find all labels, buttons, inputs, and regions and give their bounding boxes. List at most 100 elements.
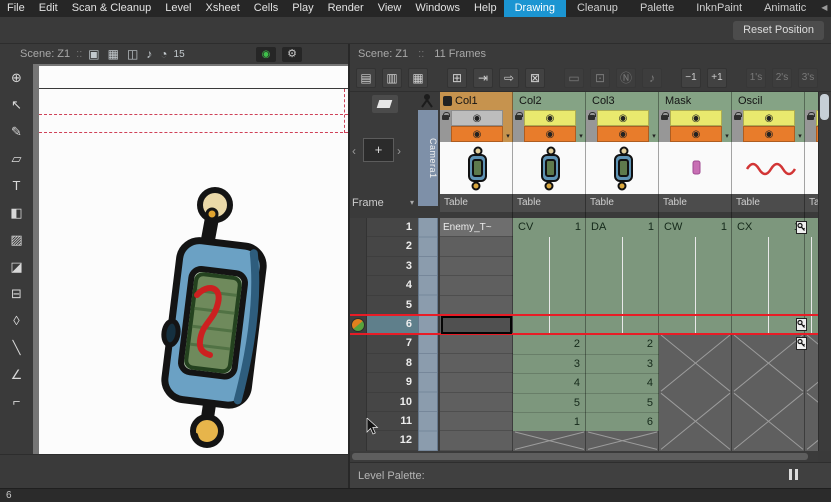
xsheet-cell[interactable] bbox=[440, 237, 513, 256]
column-thumbnail[interactable] bbox=[732, 142, 805, 194]
keyframe-icon[interactable] bbox=[796, 318, 807, 331]
xsheet-cell[interactable]: 2 bbox=[586, 334, 659, 353]
frame-number[interactable]: 1 bbox=[367, 218, 418, 237]
column-header-partial[interactable] bbox=[805, 92, 818, 110]
animate-tool[interactable]: ⊕ bbox=[0, 64, 33, 91]
camera-column-cells[interactable] bbox=[418, 218, 438, 451]
column-thumbnail[interactable] bbox=[805, 142, 818, 194]
note-next-arrow[interactable]: › bbox=[397, 144, 401, 158]
column-camstand-toggle[interactable]: ◉ bbox=[524, 126, 576, 142]
xsheet-cell[interactable]: 1 bbox=[513, 412, 586, 431]
export-level-icon[interactable]: ⇨ bbox=[499, 68, 519, 88]
xsheet-cell[interactable]: 5 bbox=[513, 393, 586, 412]
xsheet-cell[interactable] bbox=[440, 276, 513, 295]
hook-tool[interactable]: ⌐ bbox=[0, 388, 33, 415]
onion-skin-icon[interactable]: ◔ bbox=[160, 47, 167, 61]
column-eye-toggle[interactable]: ◉ bbox=[451, 110, 503, 126]
add-note-button[interactable]: + bbox=[363, 138, 394, 162]
sound-track-icon[interactable]: ♪ bbox=[642, 68, 662, 88]
menu-file[interactable]: File bbox=[0, 0, 32, 17]
xsheet-cell[interactable] bbox=[440, 373, 513, 392]
menu-scan-cleanup[interactable]: Scan & Cleanup bbox=[65, 0, 159, 17]
frame-number[interactable]: 7 bbox=[367, 334, 418, 353]
column-lock-icon[interactable] bbox=[732, 110, 743, 142]
xsheet-cell[interactable]: 4 bbox=[586, 373, 659, 392]
fill-tool[interactable]: ◧ bbox=[0, 199, 33, 226]
xsheet-cell[interactable]: 2 bbox=[513, 334, 586, 353]
frame-number[interactable]: 5 bbox=[367, 296, 418, 315]
frame-number[interactable]: 9 bbox=[367, 373, 418, 392]
open-subxsheet-icon[interactable]: ⊞ bbox=[447, 68, 467, 88]
column-eye-toggle[interactable]: ◉ bbox=[597, 110, 649, 126]
style-picker-tool[interactable]: ◊ bbox=[0, 307, 33, 334]
xsheet-cell[interactable]: DA1 bbox=[586, 218, 659, 237]
column-thumbnail[interactable] bbox=[586, 142, 659, 194]
step-2s[interactable]: 2's bbox=[772, 68, 792, 88]
xsheet-cell[interactable] bbox=[440, 334, 513, 353]
xsheet-timeline-toggle[interactable] bbox=[372, 95, 398, 113]
xsheet-cell[interactable] bbox=[440, 412, 513, 431]
keyframe-icon[interactable] bbox=[796, 221, 807, 234]
room-tab-inknpaint[interactable]: InknPaint bbox=[685, 0, 753, 17]
frame-number[interactable]: 8 bbox=[367, 354, 418, 373]
camstand-view-icon[interactable]: ◫ bbox=[127, 47, 138, 61]
xsheet-cell[interactable] bbox=[440, 354, 513, 373]
xsheet-cell[interactable]: 5 bbox=[586, 393, 659, 412]
column-header-col1[interactable]: Col1 bbox=[440, 92, 513, 110]
preview-eye-icon[interactable]: ◉ bbox=[256, 47, 276, 62]
xsheet-cell[interactable]: 6 bbox=[586, 412, 659, 431]
column-thumbnail[interactable] bbox=[513, 142, 586, 194]
column-lock-icon[interactable] bbox=[586, 110, 597, 142]
rgb-picker-tool[interactable]: ╲ bbox=[0, 334, 33, 361]
menu-xsheet[interactable]: Xsheet bbox=[199, 0, 247, 17]
xsheet-cell[interactable] bbox=[440, 296, 513, 315]
xsheet-cell[interactable]: 3 bbox=[513, 354, 586, 373]
toggle-xsheet-icon[interactable]: ▤ bbox=[356, 68, 376, 88]
camera-settings-icon[interactable]: ⚙ bbox=[282, 47, 302, 62]
xsheet-cell[interactable]: Enemy_T~ bbox=[440, 218, 513, 237]
frame-number[interactable]: 4 bbox=[367, 276, 418, 295]
vertical-scrollbar[interactable] bbox=[818, 92, 831, 451]
menu-view[interactable]: View bbox=[371, 0, 409, 17]
scene-settings-icon[interactable]: ⊡ bbox=[590, 68, 610, 88]
camera-column-tab[interactable]: Camera1 bbox=[418, 110, 438, 206]
vertical-scrollbar-thumb[interactable] bbox=[820, 94, 829, 120]
column-header-mask[interactable]: Mask bbox=[659, 92, 732, 110]
menu-level[interactable]: Level bbox=[158, 0, 198, 17]
menu-render[interactable]: Render bbox=[321, 0, 371, 17]
column-header-col2[interactable]: Col2 bbox=[513, 92, 586, 110]
frame-number[interactable]: 6 bbox=[367, 315, 418, 334]
xsheet-cell[interactable] bbox=[440, 257, 513, 276]
room-tab-animatic[interactable]: Animatic bbox=[753, 0, 817, 17]
column-camstand-toggle[interactable]: ◉ bbox=[597, 126, 649, 142]
camera-view-icon[interactable]: ▣ bbox=[88, 47, 99, 61]
column-lock-icon[interactable] bbox=[440, 110, 451, 142]
import-level-icon[interactable]: ⇥ bbox=[473, 68, 493, 88]
xsheet-cell[interactable] bbox=[440, 393, 513, 412]
room-tab-palette[interactable]: Palette bbox=[629, 0, 685, 17]
table-view-icon[interactable]: ▦ bbox=[108, 47, 119, 61]
keyframe-icon[interactable] bbox=[796, 337, 807, 350]
column-thumbnail[interactable] bbox=[440, 142, 513, 194]
sound-icon[interactable]: ♪ bbox=[146, 47, 152, 61]
rooms-scroll-left-icon[interactable]: ◀ bbox=[817, 0, 831, 17]
horizontal-scrollbar-thumb[interactable] bbox=[352, 453, 808, 460]
column-eye-toggle[interactable]: ◉ bbox=[524, 110, 576, 126]
reset-position-button[interactable]: Reset Position bbox=[733, 21, 824, 40]
current-cell-outline[interactable] bbox=[441, 316, 512, 334]
column-lock-icon[interactable] bbox=[805, 110, 816, 142]
note-prev-arrow[interactable]: ‹ bbox=[352, 144, 356, 158]
column-eye-toggle[interactable]: ◉ bbox=[670, 110, 722, 126]
frame-number[interactable]: 10 bbox=[367, 393, 418, 412]
column-header-col3[interactable]: Col3 bbox=[586, 92, 659, 110]
type-tool[interactable]: T bbox=[0, 172, 33, 199]
menu-help[interactable]: Help bbox=[467, 0, 504, 17]
frame-number[interactable]: 2 bbox=[367, 237, 418, 256]
tape-tool[interactable]: ⊟ bbox=[0, 280, 33, 307]
selection-tool[interactable]: ↖ bbox=[0, 91, 33, 118]
xsheet-cell[interactable]: CW1 bbox=[659, 218, 732, 237]
step-3s[interactable]: 3's bbox=[798, 68, 818, 88]
xsheet-cell[interactable]: 3 bbox=[586, 354, 659, 373]
eraser-tool[interactable]: ◪ bbox=[0, 253, 33, 280]
column-camstand-toggle[interactable]: ◉ bbox=[451, 126, 503, 142]
